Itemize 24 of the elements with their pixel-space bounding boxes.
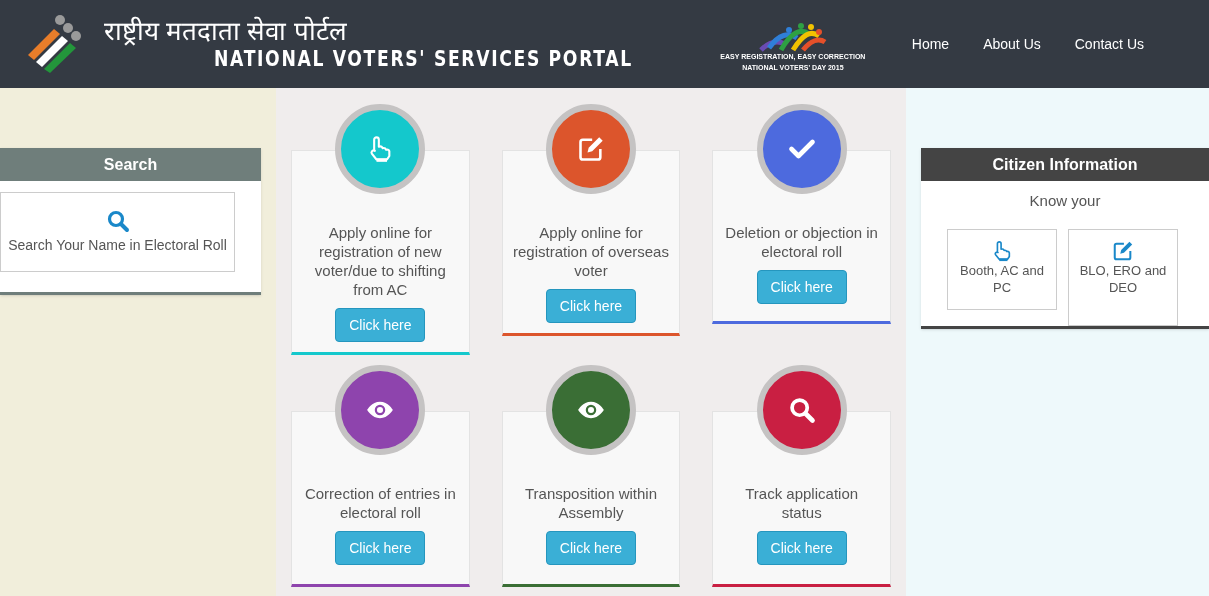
nav-link[interactable]: Contact Us (1074, 33, 1144, 55)
hand-pointer-icon (991, 239, 1013, 262)
portal-title: NATIONAL VOTERS' SERVICES PORTAL (214, 46, 633, 72)
citizen-info-link[interactable]: Booth, AC and PC (947, 228, 1057, 310)
edit-icon (577, 135, 605, 163)
service-title: Transposition within Assembly (524, 484, 658, 522)
portal-title-hindi: राष्ट्रीय मतदाता सेवा पोर्टल (104, 16, 348, 46)
service-title: Apply online for registration of overseas voter (512, 223, 670, 280)
citizen-info-link[interactable]: BLO, ERO and DEO (1068, 228, 1178, 326)
panel-subheading: Know your (1028, 191, 1102, 211)
voters-day-logo-icon (758, 22, 827, 52)
ballot-logo-icon (26, 15, 82, 73)
service-title: Track application status (744, 484, 860, 522)
search-icon (787, 396, 816, 424)
service-title: Apply online for registration of new voter/due to shifting from AC (313, 223, 447, 299)
nav-link[interactable]: Home (911, 33, 950, 55)
nav-link[interactable]: About Us (983, 33, 1041, 55)
service-title: Deletion or objection in electoral roll (724, 223, 879, 261)
panel-heading: Search (0, 148, 261, 181)
panel-heading: Citizen Information (921, 148, 1209, 181)
search-name-link[interactable]: Search Your Name in Electoral Roll (0, 192, 235, 272)
edit-icon (1112, 239, 1134, 262)
service-title: Correction of entries in electoral roll (303, 484, 457, 522)
search-icon (105, 208, 130, 233)
